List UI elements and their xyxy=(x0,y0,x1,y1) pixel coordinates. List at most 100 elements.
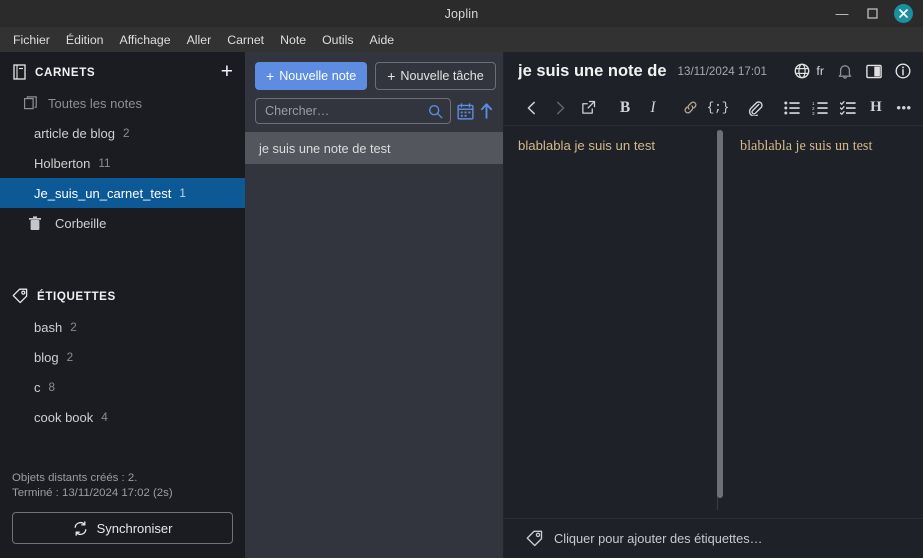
svg-text:3: 3 xyxy=(812,111,815,115)
tag-label: c xyxy=(34,379,41,395)
search-box[interactable] xyxy=(255,98,451,124)
sync-status-line-1: Objets distants créés : 2. xyxy=(12,472,138,484)
note-properties-icon[interactable] xyxy=(895,63,911,79)
heading-icon[interactable]: H xyxy=(862,94,890,122)
sort-ascending-icon[interactable] xyxy=(480,102,493,120)
italic-icon[interactable]: I xyxy=(639,94,667,122)
menu-bar: Fichier Édition Affichage Aller Carnet N… xyxy=(0,27,923,52)
tag-count: 4 xyxy=(101,410,108,424)
menu-fichier[interactable]: Fichier xyxy=(5,30,58,50)
tag-count: 8 xyxy=(48,380,56,394)
note-tag-bar[interactable]: Cliquer pour ajouter des étiquettes… xyxy=(504,518,923,558)
menu-aide[interactable]: Aide xyxy=(362,30,403,50)
tag-label: cook book xyxy=(34,409,94,425)
menu-note[interactable]: Note xyxy=(272,30,314,50)
editor-scrollbar[interactable] xyxy=(717,130,723,498)
more-options-icon[interactable]: ••• xyxy=(890,94,918,122)
notebook-icon xyxy=(12,64,26,80)
editor-panes: blablabla je suis un test blablabla je s… xyxy=(504,126,923,518)
note-list-item-title: je suis une note de test xyxy=(259,140,391,156)
bulleted-list-icon[interactable] xyxy=(778,94,806,122)
sidebar-item-label: Toutes les notes xyxy=(48,95,142,111)
sidebar-item-count: 11 xyxy=(98,156,111,170)
external-link-icon[interactable] xyxy=(574,94,602,122)
joplin-window: Joplin — Fichier Édition Affichage Aller… xyxy=(0,0,923,558)
tags-label: ÉTIQUETTES xyxy=(37,289,116,303)
note-title-input[interactable]: je suis une note de xyxy=(518,62,667,81)
bold-icon[interactable]: B xyxy=(611,94,639,122)
sidebar-tag-c[interactable]: c 8 xyxy=(0,372,245,402)
globe-icon[interactable] xyxy=(794,63,810,79)
sync-icon xyxy=(73,520,88,536)
note-list-items: je suis une note de test xyxy=(245,132,503,558)
attachment-icon[interactable] xyxy=(741,94,769,122)
notebooks-label: CARNETS xyxy=(35,65,96,79)
tag-count: 2 xyxy=(70,320,77,334)
checkbox-list-icon[interactable] xyxy=(834,94,862,122)
back-icon[interactable] xyxy=(518,94,546,122)
tag-icon xyxy=(526,530,543,547)
tag-count: 2 xyxy=(66,350,74,364)
note-header-icons: fr xyxy=(794,63,911,79)
list-item[interactable]: je suis une note de test xyxy=(245,132,503,164)
main-body: CARNETS + Toutes les notes article de bl… xyxy=(0,52,923,558)
forward-icon[interactable] xyxy=(546,94,574,122)
sidebar-item-je-suis-un-carnet-test[interactable]: Je_suis_un_carnet_test 1 xyxy=(0,178,245,208)
note-updated-date: 13/11/2024 17:01 xyxy=(677,64,767,78)
sidebar-item-corbeille[interactable]: Corbeille xyxy=(0,208,245,238)
sidebar-item-article-de-blog[interactable]: article de blog 2 xyxy=(0,118,245,148)
markdown-editor[interactable]: blablabla je suis un test xyxy=(504,126,717,518)
tag-label: blog xyxy=(34,349,59,365)
synchronise-button-label: Synchroniser xyxy=(96,520,173,536)
sidebar-item-label: Corbeille xyxy=(55,215,107,231)
note-language-code: fr xyxy=(816,64,824,78)
sync-area: Objets distants créés : 2. Terminé : 13/… xyxy=(0,471,245,558)
menu-affichage[interactable]: Affichage xyxy=(112,30,179,50)
new-task-button[interactable]: + Nouvelle tâche xyxy=(375,62,496,90)
menu-outils[interactable]: Outils xyxy=(314,30,361,50)
window-title: Joplin xyxy=(444,6,479,21)
hyperlink-icon[interactable] xyxy=(676,94,704,122)
search-row xyxy=(245,90,503,132)
note-list-panel: + Nouvelle note + Nouvelle tâche Cherche… xyxy=(245,52,504,558)
sync-status: Objets distants créés : 2. Terminé : 13/… xyxy=(12,471,233,500)
editor-toolbar: B I {;} 1 2 3 H ••• xyxy=(504,90,923,126)
menu-carnet[interactable]: Carnet xyxy=(219,30,272,50)
sidebar-item-count: 1 xyxy=(179,186,186,200)
add-tags-label: Cliquer pour ajouter des étiquettes… xyxy=(554,531,763,546)
note-editor-panel: je suis une note de 13/11/2024 17:01 fr xyxy=(504,52,923,558)
menu-aller[interactable]: Aller xyxy=(179,30,220,50)
sidebar-tag-cook-book[interactable]: cook book 4 xyxy=(0,402,245,432)
note-header: je suis une note de 13/11/2024 17:01 fr xyxy=(504,52,923,90)
menu-edition[interactable]: Édition xyxy=(58,30,112,50)
synchronise-button[interactable]: Synchroniser xyxy=(12,512,233,544)
code-icon[interactable]: {;} xyxy=(704,94,732,122)
sidebar-tag-bash[interactable]: bash 2 xyxy=(0,312,245,342)
markdown-preview: blablabla je suis un test xyxy=(718,126,923,518)
alarm-icon[interactable] xyxy=(837,63,853,79)
search-input[interactable] xyxy=(265,104,428,118)
add-notebook-button[interactable]: + xyxy=(221,61,233,82)
new-task-label: Nouvelle tâche xyxy=(400,69,484,83)
all-notes-icon xyxy=(24,96,38,110)
sidebar-item-label: article de blog xyxy=(34,125,115,141)
tags-section-header: ÉTIQUETTES xyxy=(0,276,245,312)
sidebar-item-all-notes[interactable]: Toutes les notes xyxy=(0,88,245,118)
notebooks-section-header: CARNETS + xyxy=(0,52,245,88)
sidebar-item-holberton[interactable]: Holberton 11 xyxy=(0,148,245,178)
new-note-label: Nouvelle note xyxy=(279,69,357,83)
sidebar-tag-blog[interactable]: blog 2 xyxy=(0,342,245,372)
numbered-list-icon[interactable]: 1 2 3 xyxy=(806,94,834,122)
sidebar-item-label: Holberton xyxy=(34,155,91,171)
tag-icon xyxy=(12,288,28,304)
preview-body-text: blablabla je suis un test xyxy=(740,138,873,154)
sidebar: CARNETS + Toutes les notes article de bl… xyxy=(0,52,245,558)
calendar-icon[interactable] xyxy=(457,102,474,120)
insert-date-icon[interactable] xyxy=(918,94,923,122)
title-bar: Joplin — xyxy=(0,0,923,27)
toggle-editor-layout-icon[interactable] xyxy=(866,64,882,79)
search-icon[interactable] xyxy=(428,104,443,119)
sync-status-line-2: Terminé : 13/11/2024 17:02 (2s) xyxy=(12,486,173,499)
note-list-actions: + Nouvelle note + Nouvelle tâche xyxy=(245,52,503,90)
new-note-button[interactable]: + Nouvelle note xyxy=(255,62,368,90)
